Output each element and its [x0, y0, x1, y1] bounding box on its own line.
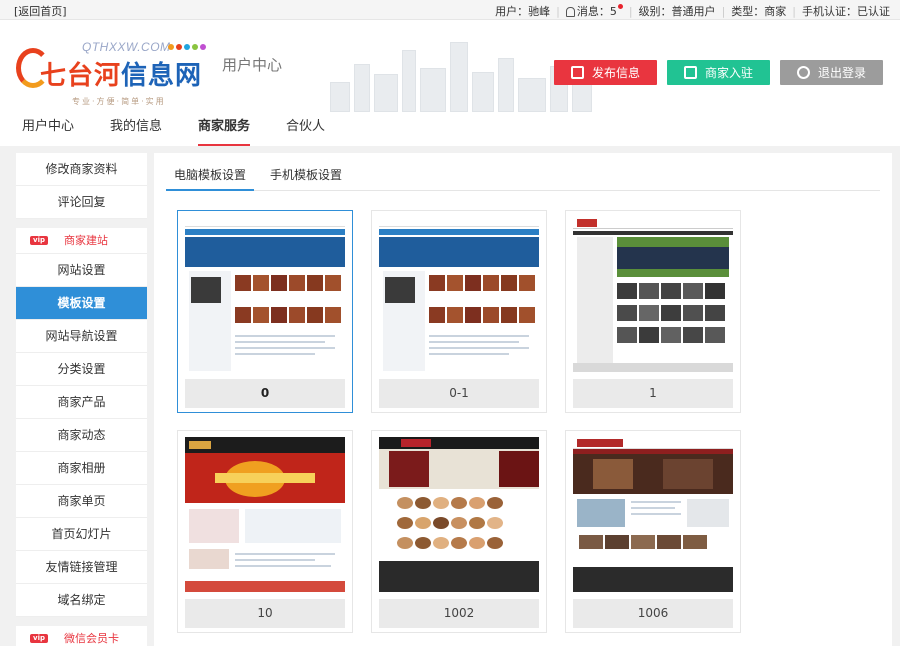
messages-link[interactable]: 消息：5	[577, 3, 617, 19]
sidebar-heading-site: vip 商家建站	[16, 228, 147, 254]
username-label: 用户：驰峰	[495, 5, 551, 18]
site-logo[interactable]: QTHXXW.COM 七台河信息网 专业·方便·简单·实用	[16, 38, 216, 118]
sidebar-item-nav-settings[interactable]: 网站导航设置	[16, 320, 147, 353]
back-home-link[interactable]: [返回首页]	[14, 3, 67, 19]
template-name: 10	[185, 599, 345, 628]
template-thumbnail	[573, 437, 733, 592]
template-card-1002[interactable]: 1002	[371, 430, 547, 633]
main-panel: 电脑模板设置 手机模板设置 0 0-1 1 10 1002 1006	[154, 153, 892, 646]
sidebar-group-profile: 修改商家资料 评论回复	[16, 153, 147, 219]
logout-icon	[796, 66, 810, 79]
sidebar-item-template-settings[interactable]: 模板设置	[16, 287, 147, 320]
nav-partner[interactable]: 合伙人	[286, 110, 325, 146]
level-label: 级别：普通用户	[638, 5, 716, 18]
logo-dots	[168, 44, 206, 50]
template-thumbnail	[379, 217, 539, 372]
template-thumbnail	[185, 217, 345, 372]
template-card-1[interactable]: 1	[565, 210, 741, 413]
template-thumbnail	[573, 217, 733, 372]
nav-merchant-service[interactable]: 商家服务	[198, 110, 251, 146]
sidebar-item-pages[interactable]: 商家单页	[16, 485, 147, 518]
edit-icon	[570, 66, 584, 79]
sidebar-item-category-settings[interactable]: 分类设置	[16, 353, 147, 386]
template-name: 1002	[379, 599, 539, 628]
sidebar-item-edit-profile[interactable]: 修改商家资料	[16, 153, 147, 186]
vip-badge: vip	[30, 236, 48, 245]
sidebar-item-comments[interactable]: 评论回复	[16, 186, 147, 219]
user-status: 用户：驰峰 | 消息：5 | 级别：普通用户 | 类型：商家 | 手机认证：已认…	[495, 3, 890, 19]
bell-icon	[565, 7, 575, 17]
type-label: 类型：商家	[731, 5, 787, 18]
publish-button[interactable]: 发布信息	[554, 60, 657, 85]
sidebar-group-wechat: vip 微信会员卡	[16, 626, 147, 646]
template-card-0[interactable]: 0	[177, 210, 353, 413]
tab-pc-template[interactable]: 电脑模板设置	[166, 165, 255, 191]
sidebar-item-site-settings[interactable]: 网站设置	[16, 254, 147, 287]
sidebar-item-news[interactable]: 商家动态	[16, 419, 147, 452]
template-card-10[interactable]: 10	[177, 430, 353, 633]
logout-button[interactable]: 退出登录	[780, 60, 883, 85]
template-tabs: 电脑模板设置 手机模板设置	[166, 165, 880, 191]
nav-user-center[interactable]: 用户中心	[22, 110, 74, 146]
template-name: 0	[185, 379, 345, 408]
merchant-join-button[interactable]: 商家入驻	[667, 60, 770, 85]
template-card-1006[interactable]: 1006	[565, 430, 741, 633]
sidebar: 修改商家资料 评论回复 vip 商家建站 网站设置 模板设置 网站导航设置 分类…	[16, 153, 147, 646]
sidebar-item-friend-links[interactable]: 友情链接管理	[16, 551, 147, 584]
template-thumbnail	[185, 437, 345, 592]
sidebar-item-album[interactable]: 商家相册	[16, 452, 147, 485]
template-thumbnail	[379, 437, 539, 592]
nav-my-info[interactable]: 我的信息	[110, 110, 162, 146]
template-name: 0-1	[379, 379, 539, 408]
template-name: 1	[573, 379, 733, 408]
phone-verify-label: 手机认证：已认证	[802, 5, 890, 18]
header: QTHXXW.COM 七台河信息网 专业·方便·简单·实用 用户中心 发布信息 …	[0, 20, 900, 146]
template-card-0-1[interactable]: 0-1	[371, 210, 547, 413]
vip-badge: vip	[30, 634, 48, 643]
unread-dot	[617, 3, 623, 9]
sidebar-heading-wechat[interactable]: vip 微信会员卡	[16, 626, 147, 646]
sidebar-item-products[interactable]: 商家产品	[16, 386, 147, 419]
sidebar-group-site: vip 商家建站 网站设置 模板设置 网站导航设置 分类设置 商家产品 商家动态…	[16, 228, 147, 617]
template-name: 1006	[573, 599, 733, 628]
main-nav: 用户中心 我的信息 商家服务 合伙人	[0, 110, 339, 146]
sidebar-item-domain-binding[interactable]: 域名绑定	[16, 584, 147, 617]
tab-mobile-template[interactable]: 手机模板设置	[262, 165, 350, 191]
page-title: 用户中心	[222, 56, 283, 74]
top-bar: [返回首页] 用户：驰峰 | 消息：5 | 级别：普通用户 | 类型：商家 | …	[0, 0, 900, 20]
sidebar-item-slideshow[interactable]: 首页幻灯片	[16, 518, 147, 551]
store-icon	[683, 66, 697, 79]
